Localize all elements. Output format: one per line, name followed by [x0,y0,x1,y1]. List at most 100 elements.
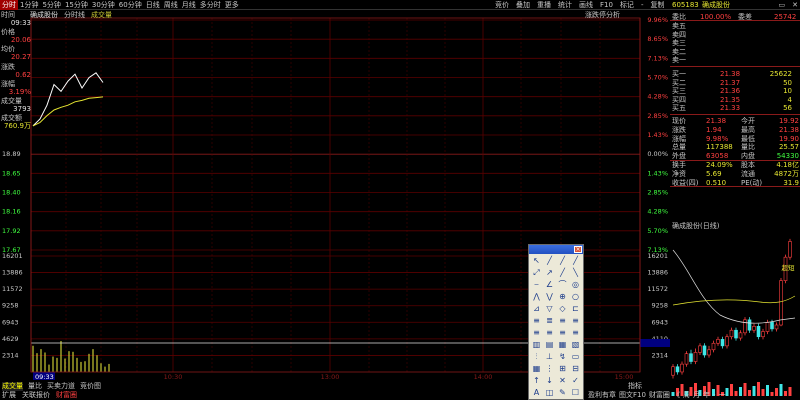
stat-value: 9.98% [706,134,729,143]
status-link-2[interactable]: 财富圈 [649,391,670,400]
tab-period-3[interactable]: 15分钟 [63,0,90,10]
draw-tool-icon[interactable]: ⊥ [543,351,556,363]
draw-tool-icon[interactable]: ⊿ [530,303,543,315]
draw-tool-icon[interactable]: ╱ [556,267,569,279]
status-link-4[interactable]: 周 [683,391,690,400]
draw-tool-icon[interactable]: ╱ [543,255,556,267]
draw-tool-icon[interactable]: ⊟ [569,363,582,375]
draw-tool-icon[interactable]: ▦ [530,363,543,375]
draw-tool-icon[interactable]: ○ [569,291,582,303]
status-link-0[interactable]: 盈利有章 [588,391,616,400]
draw-tool-icon[interactable]: ≡ [530,315,543,327]
draw-tool-icon[interactable]: ⊏ [569,303,582,315]
drawing-toolbox[interactable]: × ↖ ╱ ╱ ╱ ⤢ ↗ ╱ ╲ ⎯ ∠ ⌒ ◎ ⋀ ⋁ ⊕ ○ ⊿ ▽ ◇ ⊏ ≡ ≣ ≡ ≡ ≡ ≡ ≡ ≡ ▥ ▤ ▦ ▧ ⫶ ⊥ ↯ ▭ ▦ ⋮… [528,244,584,400]
draw-tool-icon[interactable]: ⊞ [556,363,569,375]
indicator-tab-3[interactable]: 竞价图 [80,382,101,391]
indicator-tab-0[interactable]: 成交量 [2,382,23,391]
menu-item-5[interactable]: F10 [600,0,613,10]
price-axis-right-label: 7.13% [647,54,668,62]
draw-tool-icon[interactable]: ▭ [569,351,582,363]
draw-tool-icon[interactable]: ╲ [569,267,582,279]
daily-kline-chart[interactable]: 超短 [670,230,800,400]
toolbox-titlebar[interactable]: × [529,245,583,254]
pct-label: 涨幅 [1,80,15,88]
price-value: 20.06 [10,36,31,44]
draw-tool-icon[interactable]: ≡ [543,327,556,339]
tab-period-4[interactable]: 30分钟 [90,0,117,10]
status-link-7[interactable]: - [713,391,716,400]
draw-tool-icon[interactable]: ↖ [530,255,543,267]
draw-tool-icon[interactable]: ╱ [556,255,569,267]
avg-value: 20.27 [10,53,31,61]
draw-tool-icon[interactable]: ≡ [569,315,582,327]
status-tab-0[interactable]: 扩展 [2,391,16,400]
menu-item-8[interactable]: 复制 [650,0,664,10]
ask-row[interactable]: 卖一 [670,56,800,65]
limit-analysis-button[interactable]: 涨跌停分析 [585,11,620,20]
tab-period-8[interactable]: 月线 [180,0,198,10]
draw-tool-icon[interactable]: ≡ [530,327,543,339]
draw-tool-icon[interactable]: ▤ [543,339,556,351]
status-link-8[interactable]: 一 [718,391,725,400]
indicator-button[interactable]: 指标 [628,382,642,391]
close-icon[interactable]: × [574,246,582,253]
price-axis-right-label: 2.85% [647,189,668,197]
candle-body [689,353,693,362]
draw-tool-icon[interactable]: ▦ [556,339,569,351]
tab-period-9[interactable]: 多分时 [198,0,223,10]
tab-period-1[interactable]: 1分钟 [18,0,40,10]
draw-tool-icon[interactable]: ◎ [569,279,582,291]
price-axis-right-label: 8.65% [647,35,668,43]
draw-tool-icon[interactable]: ▽ [543,303,556,315]
status-tab-1[interactable]: 关联报价 [22,391,50,400]
tab-period-7[interactable]: 周线 [162,0,180,10]
draw-tool-icon[interactable]: ⫶ [530,351,543,363]
menu-item-4[interactable]: 画线 [579,0,593,10]
draw-tool-icon[interactable]: ⤢ [530,267,543,279]
menu-item-7[interactable]: - [641,0,644,10]
draw-tool-icon[interactable]: ↗ [543,267,556,279]
draw-tool-icon[interactable]: ⊕ [556,291,569,303]
draw-tool-icon[interactable]: ∠ [543,279,556,291]
candle-body [693,352,698,362]
draw-tool-icon[interactable]: ▧ [569,339,582,351]
stat-row: 总量 117388 量比 25.57 [670,143,800,152]
stat-row: 涨跌 1.94 最高 21.38 [670,126,800,135]
draw-tool-icon[interactable]: ⋀ [530,291,543,303]
draw-tool-icon[interactable]: ↯ [556,351,569,363]
menu-item-0[interactable]: 竞价 [495,0,509,10]
draw-tool-icon[interactable]: ⋮ [543,363,556,375]
indicator-tab-2[interactable]: 买卖力道 [47,382,75,391]
tab-period-0[interactable]: 分时 [0,0,18,10]
draw-tool-icon[interactable]: ╱ [569,255,582,267]
price-label: 价格 [1,28,15,36]
tab-period-10[interactable]: 更多 [223,0,241,10]
draw-tool-icon[interactable]: ≡ [556,315,569,327]
tab-period-6[interactable]: 日线 [144,0,162,10]
status-tab-2[interactable]: 财富圈 [56,391,77,400]
status-link-5[interactable]: 月 [693,391,700,400]
status-link-1[interactable]: 图文F10 [619,391,646,400]
tab-period-2[interactable]: 5分钟 [40,0,62,10]
menu-item-2[interactable]: 重播 [537,0,551,10]
draw-tool-icon[interactable]: ◇ [556,303,569,315]
draw-tool-icon[interactable]: ⌒ [556,279,569,291]
candle-body [675,366,680,373]
bid-row[interactable]: 买五 21.33 56 [670,104,800,113]
menu-item-1[interactable]: 叠加 [516,0,530,10]
draw-tool-icon[interactable]: ≣ [543,315,556,327]
draw-tool-icon[interactable]: ⎯ [530,279,543,291]
tab-period-5[interactable]: 60分钟 [117,0,144,10]
draw-tool-icon[interactable]: ≡ [569,327,582,339]
status-link-6[interactable]: 年 [703,391,710,400]
menu-item-3[interactable]: 统计 [558,0,572,10]
vol-label: 成交量 [1,97,22,105]
draw-tool-icon[interactable]: ▥ [530,339,543,351]
draw-tool-icon[interactable]: ≡ [556,327,569,339]
status-link-3[interactable]: 《 [673,391,680,400]
price-axis-right-label: 4.28% [647,208,668,216]
menu-item-6[interactable]: 标记 [620,0,634,10]
draw-tool-icon[interactable]: ⋁ [543,291,556,303]
indicator-tab-1[interactable]: 量比 [28,382,42,391]
candle-body [779,280,783,326]
